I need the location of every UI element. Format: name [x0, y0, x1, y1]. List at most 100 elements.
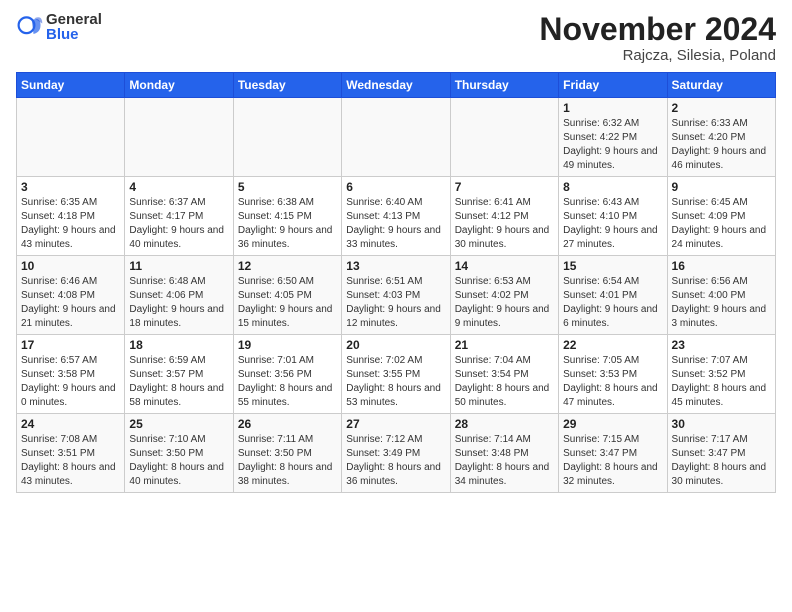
calendar-title: November 2024 [539, 12, 776, 47]
day-info: Sunrise: 6:50 AM Sunset: 4:05 PM Dayligh… [238, 275, 337, 331]
day-info: Sunrise: 7:04 AM Sunset: 3:54 PM Dayligh… [455, 354, 554, 410]
calendar-cell: 30 Sunrise: 7:17 AM Sunset: 3:47 PM Dayli… [667, 414, 775, 493]
calendar-cell: 1Sunrise: 6:32 AM Sunset: 4:22 PM Daylig… [559, 98, 667, 177]
calendar-cell: 20 Sunrise: 7:02 AM Sunset: 3:55 PM Dayli… [342, 335, 450, 414]
calendar-cell [17, 98, 125, 177]
calendar-cell: 15 Sunrise: 6:54 AM Sunset: 4:01 PM Dayli… [559, 256, 667, 335]
day-info: Sunrise: 7:08 AM Sunset: 3:51 PM Dayligh… [21, 433, 120, 489]
calendar-cell: 10 Sunrise: 6:46 AM Sunset: 4:08 PM Dayli… [17, 256, 125, 335]
day-number: 6 [346, 180, 445, 194]
day-info: Sunrise: 6:45 AM Sunset: 4:09 PM Dayligh… [672, 196, 771, 252]
calendar-cell: 25 Sunrise: 7:10 AM Sunset: 3:50 PM Dayli… [125, 414, 233, 493]
day-number: 16 [672, 259, 771, 273]
day-info: Sunrise: 7:10 AM Sunset: 3:50 PM Dayligh… [129, 433, 228, 489]
calendar-subtitle: Rajcza, Silesia, Poland [539, 47, 776, 64]
calendar-header: SundayMondayTuesdayWednesdayThursdayFrid… [17, 73, 776, 98]
day-number: 17 [21, 338, 120, 352]
day-number: 30 [672, 417, 771, 431]
calendar-cell: 8Sunrise: 6:43 AM Sunset: 4:10 PM Daylig… [559, 177, 667, 256]
day-info: Sunrise: 6:41 AM Sunset: 4:12 PM Dayligh… [455, 196, 554, 252]
calendar-week-1: 3 Sunrise: 6:35 AM Sunset: 4:18 PM Daylig… [17, 177, 776, 256]
day-info: Sunrise: 6:38 AM Sunset: 4:15 PM Dayligh… [238, 196, 337, 252]
weekday-sunday: Sunday [17, 73, 125, 98]
calendar-cell: 12Sunrise: 6:50 AM Sunset: 4:05 PM Dayli… [233, 256, 341, 335]
calendar-cell: 11 Sunrise: 6:48 AM Sunset: 4:06 PM Dayli… [125, 256, 233, 335]
logo-text: General Blue [46, 12, 102, 42]
day-info: Sunrise: 7:12 AM Sunset: 3:49 PM Dayligh… [346, 433, 445, 489]
weekday-saturday: Saturday [667, 73, 775, 98]
calendar-cell [342, 98, 450, 177]
day-info: Sunrise: 7:11 AM Sunset: 3:50 PM Dayligh… [238, 433, 337, 489]
calendar-cell [233, 98, 341, 177]
calendar-cell [125, 98, 233, 177]
day-number: 14 [455, 259, 554, 273]
calendar-cell: 17 Sunrise: 6:57 AM Sunset: 3:58 PM Dayli… [17, 335, 125, 414]
calendar-cell: 26 Sunrise: 7:11 AM Sunset: 3:50 PM Dayli… [233, 414, 341, 493]
calendar-cell: 22Sunrise: 7:05 AM Sunset: 3:53 PM Dayli… [559, 335, 667, 414]
day-info: Sunrise: 7:01 AM Sunset: 3:56 PM Dayligh… [238, 354, 337, 410]
day-info: Sunrise: 6:33 AM Sunset: 4:20 PM Dayligh… [672, 117, 771, 173]
day-info: Sunrise: 6:37 AM Sunset: 4:17 PM Dayligh… [129, 196, 228, 252]
day-number: 7 [455, 180, 554, 194]
day-number: 11 [129, 259, 228, 273]
calendar-cell: 23Sunrise: 7:07 AM Sunset: 3:52 PM Dayli… [667, 335, 775, 414]
day-info: Sunrise: 6:46 AM Sunset: 4:08 PM Dayligh… [21, 275, 120, 331]
calendar-week-2: 10 Sunrise: 6:46 AM Sunset: 4:08 PM Dayli… [17, 256, 776, 335]
day-info: Sunrise: 6:57 AM Sunset: 3:58 PM Dayligh… [21, 354, 120, 410]
day-number: 13 [346, 259, 445, 273]
weekday-thursday: Thursday [450, 73, 558, 98]
calendar-cell: 6 Sunrise: 6:40 AM Sunset: 4:13 PM Daylig… [342, 177, 450, 256]
day-number: 9 [672, 180, 771, 194]
title-block: November 2024 Rajcza, Silesia, Poland [539, 12, 776, 64]
calendar-cell: 4Sunrise: 6:37 AM Sunset: 4:17 PM Daylig… [125, 177, 233, 256]
calendar-cell: 2Sunrise: 6:33 AM Sunset: 4:20 PM Daylig… [667, 98, 775, 177]
day-number: 15 [563, 259, 662, 273]
weekday-header-row: SundayMondayTuesdayWednesdayThursdayFrid… [17, 73, 776, 98]
day-number: 3 [21, 180, 120, 194]
calendar-cell: 27 Sunrise: 7:12 AM Sunset: 3:49 PM Dayli… [342, 414, 450, 493]
calendar-cell: 19Sunrise: 7:01 AM Sunset: 3:56 PM Dayli… [233, 335, 341, 414]
day-number: 21 [455, 338, 554, 352]
weekday-wednesday: Wednesday [342, 73, 450, 98]
day-info: Sunrise: 7:05 AM Sunset: 3:53 PM Dayligh… [563, 354, 662, 410]
weekday-friday: Friday [559, 73, 667, 98]
logo-general: General [46, 12, 102, 27]
day-number: 20 [346, 338, 445, 352]
calendar-week-0: 1Sunrise: 6:32 AM Sunset: 4:22 PM Daylig… [17, 98, 776, 177]
day-info: Sunrise: 7:02 AM Sunset: 3:55 PM Dayligh… [346, 354, 445, 410]
calendar-cell: 14 Sunrise: 6:53 AM Sunset: 4:02 PM Dayli… [450, 256, 558, 335]
day-info: Sunrise: 6:35 AM Sunset: 4:18 PM Dayligh… [21, 196, 120, 252]
day-info: Sunrise: 6:51 AM Sunset: 4:03 PM Dayligh… [346, 275, 445, 331]
calendar-body: 1Sunrise: 6:32 AM Sunset: 4:22 PM Daylig… [17, 98, 776, 493]
day-info: Sunrise: 7:15 AM Sunset: 3:47 PM Dayligh… [563, 433, 662, 489]
day-info: Sunrise: 6:54 AM Sunset: 4:01 PM Dayligh… [563, 275, 662, 331]
day-info: Sunrise: 6:48 AM Sunset: 4:06 PM Dayligh… [129, 275, 228, 331]
day-info: Sunrise: 6:43 AM Sunset: 4:10 PM Dayligh… [563, 196, 662, 252]
calendar-table: SundayMondayTuesdayWednesdayThursdayFrid… [16, 72, 776, 493]
logo: General Blue [16, 12, 102, 42]
day-info: Sunrise: 6:40 AM Sunset: 4:13 PM Dayligh… [346, 196, 445, 252]
logo-blue: Blue [46, 27, 102, 42]
day-info: Sunrise: 7:14 AM Sunset: 3:48 PM Dayligh… [455, 433, 554, 489]
page: General Blue November 2024 Rajcza, Siles… [0, 0, 792, 612]
day-number: 26 [238, 417, 337, 431]
day-info: Sunrise: 7:07 AM Sunset: 3:52 PM Dayligh… [672, 354, 771, 410]
calendar-week-3: 17 Sunrise: 6:57 AM Sunset: 3:58 PM Dayli… [17, 335, 776, 414]
day-number: 29 [563, 417, 662, 431]
calendar-cell: 3 Sunrise: 6:35 AM Sunset: 4:18 PM Daylig… [17, 177, 125, 256]
calendar-cell: 7 Sunrise: 6:41 AM Sunset: 4:12 PM Daylig… [450, 177, 558, 256]
day-number: 28 [455, 417, 554, 431]
day-number: 24 [21, 417, 120, 431]
day-info: Sunrise: 6:53 AM Sunset: 4:02 PM Dayligh… [455, 275, 554, 331]
calendar-cell: 28 Sunrise: 7:14 AM Sunset: 3:48 PM Dayli… [450, 414, 558, 493]
calendar-cell: 13 Sunrise: 6:51 AM Sunset: 4:03 PM Dayli… [342, 256, 450, 335]
day-number: 27 [346, 417, 445, 431]
day-number: 25 [129, 417, 228, 431]
calendar-cell: 16Sunrise: 6:56 AM Sunset: 4:00 PM Dayli… [667, 256, 775, 335]
day-info: Sunrise: 7:17 AM Sunset: 3:47 PM Dayligh… [672, 433, 771, 489]
calendar-cell: 18Sunrise: 6:59 AM Sunset: 3:57 PM Dayli… [125, 335, 233, 414]
calendar-cell: 5Sunrise: 6:38 AM Sunset: 4:15 PM Daylig… [233, 177, 341, 256]
day-number: 10 [21, 259, 120, 273]
calendar-cell: 24 Sunrise: 7:08 AM Sunset: 3:51 PM Dayli… [17, 414, 125, 493]
header: General Blue November 2024 Rajcza, Siles… [16, 12, 776, 64]
